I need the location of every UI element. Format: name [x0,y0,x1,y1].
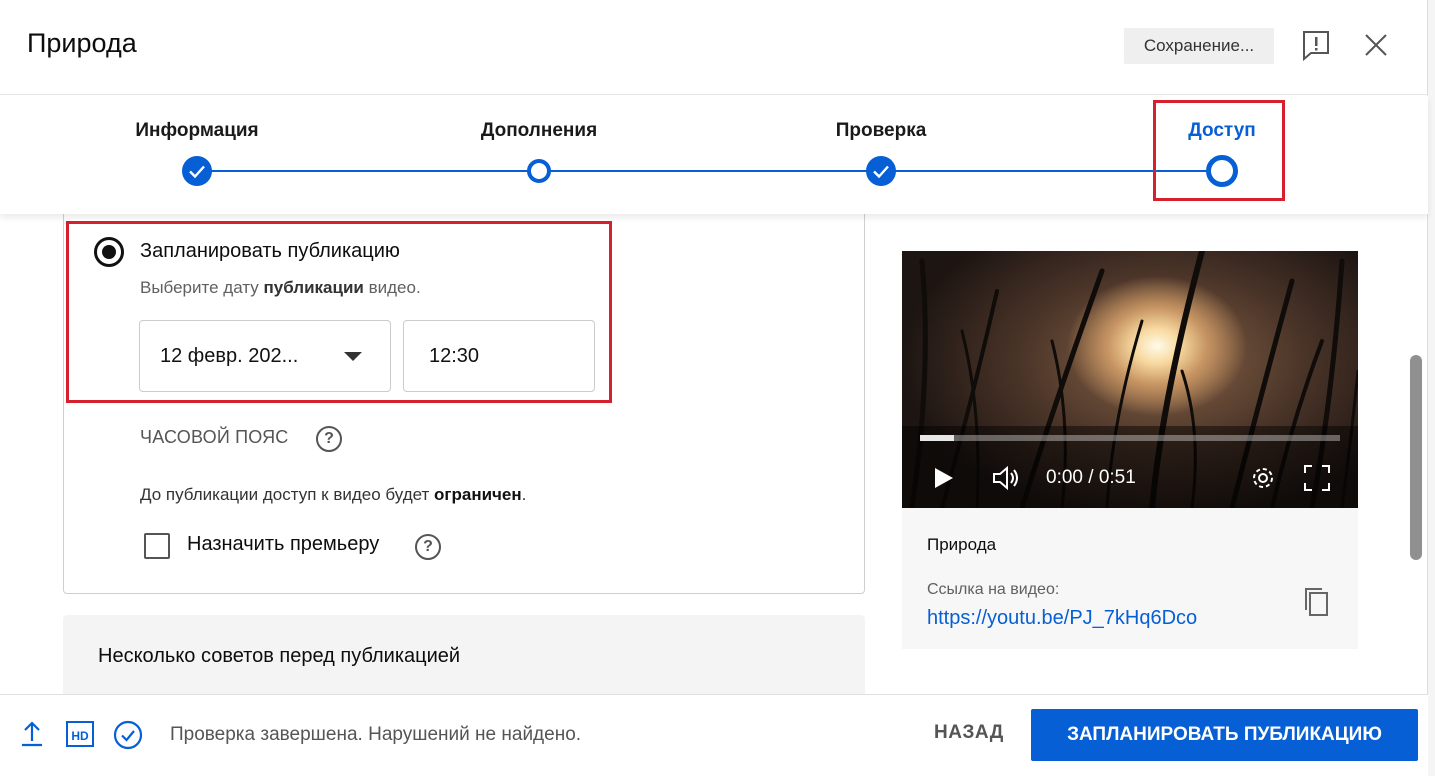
preview-link-label: Ссылка на видео: [927,581,1060,598]
saving-status-badge: Сохранение... [1124,28,1274,64]
feedback-icon[interactable] [1299,28,1333,62]
step-label-info[interactable]: Информация [135,120,258,142]
highlight-box-schedule [66,221,612,403]
settings-gear-icon[interactable] [1248,461,1278,500]
video-player[interactable]: 0:00 / 0:51 [902,251,1358,508]
step-dot-extras[interactable] [527,159,551,183]
highlight-box-visibility-step [1153,100,1285,201]
background-page [1428,0,1435,776]
video-progress-bar[interactable] [920,435,1340,441]
timezone-label: ЧАСОВОЙ ПОЯС [140,427,289,447]
limit-text-bold: ограничен [434,485,522,504]
video-time: 0:00 / 0:51 [1046,467,1136,488]
limit-text-pre: До публикации доступ к видео будет [140,485,435,504]
preview-video-link[interactable]: https://youtu.be/PJ_7kHq6Dco [927,607,1197,630]
step-label-checks[interactable]: Проверка [836,120,927,142]
check-circle-icon [112,719,144,756]
stepper-line [197,170,1222,172]
hd-icon: HD [66,719,94,754]
upload-dialog: Природа Сохранение... Информация Дополне… [0,0,1428,776]
upload-icon [18,719,46,754]
video-progress-fill [920,435,954,441]
volume-icon[interactable] [990,461,1024,500]
back-button[interactable]: НАЗАД [934,722,1004,744]
tips-panel: Несколько советов перед публикацией [63,615,865,695]
check-icon[interactable] [182,156,212,186]
tips-title: Несколько советов перед публикацией [98,645,461,667]
fullscreen-icon[interactable] [1302,461,1332,500]
dialog-footer: HD Проверка завершена. Нарушений не найд… [0,694,1428,776]
scrollbar-thumb[interactable] [1410,355,1422,560]
premiere-checkbox[interactable] [144,533,170,559]
footer-status: Проверка завершена. Нарушений не найдено… [170,724,582,745]
access-limit-note: До публикации доступ к видео будет огран… [140,485,526,505]
help-icon[interactable]: ? [415,534,441,560]
schedule-publish-button[interactable]: ЗАПЛАНИРОВАТЬ ПУБЛИКАЦИЮ [1031,709,1418,761]
help-icon[interactable]: ? [316,426,342,452]
step-label-extras[interactable]: Дополнения [481,120,597,142]
check-icon[interactable] [866,156,896,186]
svg-text:HD: HD [71,729,89,743]
play-icon[interactable] [932,461,956,500]
video-preview-panel: 0:00 / 0:51 Природа Ссылка на видео: htt… [902,251,1358,649]
limit-text-post: . [521,485,527,504]
dialog-title: Природа [27,28,137,58]
dialog-header: Природа Сохранение... [0,0,1428,95]
copy-icon[interactable] [1302,586,1330,618]
preview-video-name: Природа [927,535,997,554]
premiere-label[interactable]: Назначить премьеру [187,533,379,556]
close-icon[interactable] [1359,28,1393,62]
